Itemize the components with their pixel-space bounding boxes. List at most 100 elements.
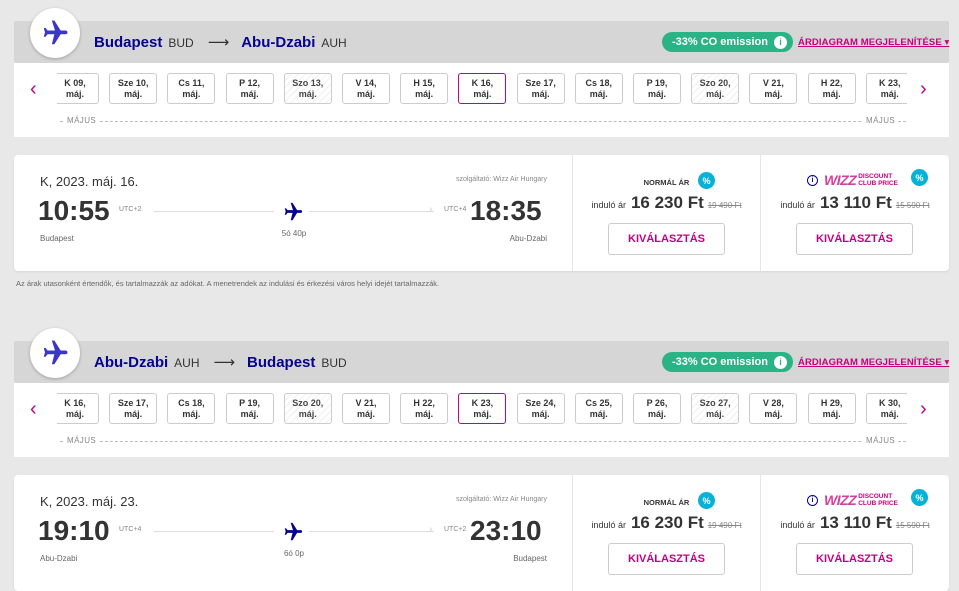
date-day-label: H 22, — [820, 78, 843, 88]
date-option[interactable]: Szo 20, máj. — [283, 393, 332, 424]
date-day-label: Szo 20, — [292, 398, 324, 408]
date-option[interactable]: Cs 18, máj. — [574, 73, 623, 104]
from-price-label: induló ár — [780, 200, 815, 210]
date-option[interactable]: V 28, máj. — [749, 393, 798, 424]
date-month-label: máj. — [65, 89, 84, 99]
date-option[interactable]: K 23, máj. — [458, 393, 507, 424]
date-month-label: máj. — [182, 409, 201, 419]
plane-icon — [30, 328, 80, 378]
arrow-right-icon: › — [429, 524, 433, 535]
date-option[interactable]: K 23, máj. — [865, 73, 907, 104]
discount-club-logo: i WIZZ DISCOUNT CLUB PRICE — [807, 172, 898, 188]
date-strip: ‹ K 09, máj. Sze 10, máj. Cs 11, máj. P 12, máj… — [14, 63, 949, 137]
next-dates-chevron-icon[interactable]: › — [920, 78, 927, 101]
date-month-label: máj. — [647, 409, 666, 419]
select-normal-button[interactable]: KIVÁLASZTÁS — [608, 223, 725, 255]
date-day-label: V 21, — [355, 398, 377, 408]
date-option[interactable]: V 21, máj. — [749, 73, 798, 104]
next-dates-chevron-icon[interactable]: › — [920, 398, 927, 421]
from-city: Abu-Dzabi — [94, 354, 169, 371]
club-price-line: induló ár 13 110 Ft 15 590 Ft — [761, 193, 949, 213]
date-option[interactable]: K 16, máj. — [57, 393, 99, 424]
date-option[interactable]: K 09, máj. — [57, 73, 99, 104]
date-month-label: máj. — [356, 89, 375, 99]
date-option[interactable]: Szo 27, máj. — [691, 393, 740, 424]
date-option[interactable]: K 30, máj. — [865, 393, 907, 424]
date-option[interactable]: Szo 13, máj. — [283, 73, 332, 104]
arrival-time: 23:10 — [470, 515, 542, 546]
wizz-logo: WIZZ — [824, 492, 857, 508]
date-month-label: máj. — [240, 89, 259, 99]
normal-price-title: NORMÁL ÁR — [643, 498, 690, 507]
route-bar: Abu-Dzabi AUH ⟶ Budapest BUD -33% CO emi… — [14, 341, 949, 383]
co-emission-badge[interactable]: -33% CO emission i — [662, 32, 793, 52]
date-option[interactable]: H 15, máj. — [400, 73, 449, 104]
normal-price: 16 230 Ft — [630, 193, 704, 212]
discount-club-label: DISCOUNT CLUB PRICE — [858, 173, 898, 187]
info-icon[interactable]: i — [807, 174, 818, 186]
co-emission-badge[interactable]: -33% CO emission i — [662, 352, 793, 372]
date-month-label: máj. — [589, 89, 608, 99]
date-month-label: máj. — [706, 409, 725, 419]
date-day-label: H 15, — [413, 78, 435, 88]
from-code: AUH — [174, 356, 200, 370]
date-day-label: Sze 17, — [117, 398, 149, 408]
info-icon[interactable]: i — [807, 494, 818, 506]
date-option[interactable]: P 19, máj. — [225, 393, 274, 424]
wizz-logo: WIZZ — [824, 172, 857, 188]
date-option[interactable]: P 26, máj. — [633, 393, 681, 424]
date-option[interactable]: Sze 17, máj. — [516, 73, 565, 104]
date-strip: ‹ K 16, máj. Sze 17, máj. Cs 18, máj. P 19, máj… — [14, 383, 949, 457]
route-arrow-icon: ⟶ — [213, 354, 236, 371]
date-day-label: Cs 18, — [178, 398, 205, 408]
date-option[interactable]: Szo 20, máj. — [691, 73, 740, 104]
month-divider — [60, 121, 906, 122]
normal-price-column: NORMÁL ÁR % induló ár 16 230 Ft 19 490 F… — [572, 155, 760, 271]
departure-time: 19:10 — [38, 515, 110, 546]
price-chart-link[interactable]: ÁRDIAGRAM MEGJELENÍTÉSE ▾ — [798, 37, 949, 48]
route-line-right — [309, 531, 434, 532]
date-option[interactable]: P 19, máj. — [633, 73, 681, 104]
date-month-label: máj. — [356, 409, 375, 419]
discount-club-logo: i WIZZ DISCOUNT CLUB PRICE — [807, 492, 898, 508]
prev-dates-chevron-icon[interactable]: ‹ — [30, 398, 37, 421]
date-option[interactable]: Cs 18, máj. — [167, 393, 216, 424]
club-price: 13 110 Ft — [819, 193, 892, 212]
date-month-label: máj. — [415, 409, 434, 419]
select-club-button[interactable]: KIVÁLASZTÁS — [796, 543, 913, 575]
date-option[interactable]: H 22, máj. — [400, 393, 449, 424]
month-label-right: MÁJUS — [863, 116, 899, 125]
date-option[interactable]: V 21, máj. — [342, 393, 390, 424]
date-option[interactable]: P 12, máj. — [225, 73, 274, 104]
date-option[interactable]: Sze 24, máj. — [516, 393, 565, 424]
info-icon[interactable]: i — [773, 35, 787, 49]
date-day-label: Sze 24, — [525, 398, 556, 408]
route-line-left — [154, 211, 274, 212]
date-day-label: Sze 17, — [525, 78, 556, 88]
date-day-label: K 30, — [879, 398, 901, 408]
club-old-price: 15 590 Ft — [895, 521, 930, 530]
info-icon[interactable]: i — [773, 355, 787, 369]
select-normal-button[interactable]: KIVÁLASZTÁS — [608, 543, 725, 575]
date-option[interactable]: K 16, máj. — [458, 73, 507, 104]
discount-label: DISCOUNT — [858, 493, 893, 500]
prev-dates-chevron-icon[interactable]: ‹ — [30, 78, 37, 101]
month-label-left: MÁJUS — [64, 116, 100, 125]
club-old-price: 15 590 Ft — [895, 201, 930, 210]
date-option[interactable]: H 29, máj. — [807, 393, 856, 424]
price-chart-link[interactable]: ÁRDIAGRAM MEGJELENÍTÉSE ▾ — [798, 357, 949, 368]
date-day-label: P 26, — [646, 398, 668, 408]
date-option[interactable]: Sze 17, máj. — [109, 393, 158, 424]
arrow-right-icon: › — [429, 204, 433, 215]
date-option[interactable]: Cs 11, máj. — [167, 73, 216, 104]
date-option[interactable]: H 22, máj. — [807, 73, 856, 104]
date-option[interactable]: Cs 25, máj. — [574, 393, 623, 424]
date-option[interactable]: Sze 10, máj. — [109, 73, 158, 104]
arrival-timezone: UTC+4 — [444, 206, 467, 213]
date-option[interactable]: V 14, máj. — [342, 73, 390, 104]
to-code: AUH — [321, 36, 347, 50]
date-month-label: máj. — [531, 89, 550, 99]
discount-percent-icon: % — [698, 172, 715, 189]
select-club-button[interactable]: KIVÁLASZTÁS — [796, 223, 913, 255]
route-title: Abu-Dzabi AUH ⟶ Budapest BUD — [94, 353, 347, 371]
